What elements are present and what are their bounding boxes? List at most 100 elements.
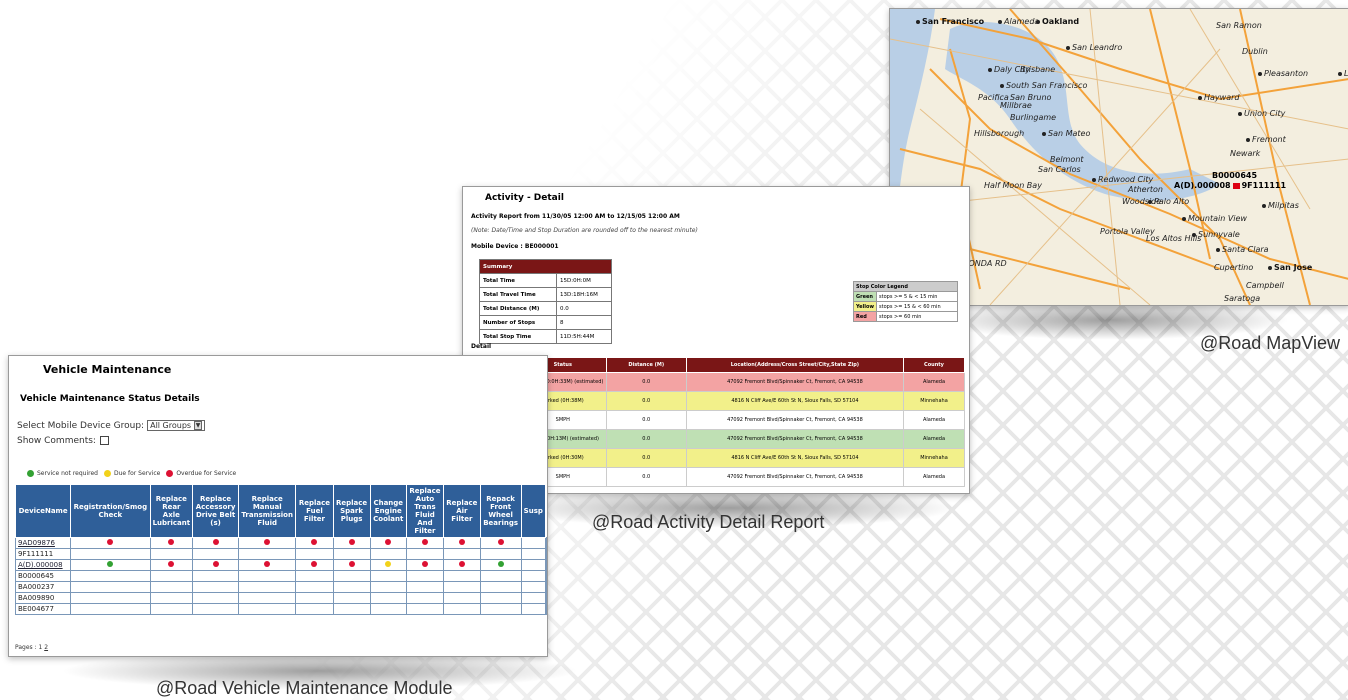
vehicle-flag-icon xyxy=(1232,182,1240,189)
marker-right-label[interactable]: 9F111111 xyxy=(1242,181,1286,190)
maint-col-header[interactable]: Replace Auto Trans Fluid And Filter xyxy=(405,484,445,538)
status-cell xyxy=(237,603,297,615)
show-comments-checkbox[interactable] xyxy=(99,436,109,445)
maint-col-header[interactable]: Susp xyxy=(520,484,547,538)
map-place-label[interactable]: Mountain View xyxy=(1182,214,1247,223)
map-place-label[interactable]: San Francisco xyxy=(916,17,984,26)
device-name[interactable]: 9AD09876 xyxy=(14,537,72,549)
marker-left-label[interactable]: A(D).000008 xyxy=(1174,181,1231,190)
page-2-link[interactable]: 2 xyxy=(44,644,48,651)
place-name: Cupertino xyxy=(1214,263,1254,272)
maint-col-header[interactable]: Replace Air Filter xyxy=(443,484,481,538)
place-dot-icon xyxy=(1148,199,1152,204)
status-cell xyxy=(192,603,239,615)
map-place-label[interactable]: Belmont xyxy=(1050,155,1084,164)
maintenance-table: DeviceName Registration/Smog Check Replace… xyxy=(14,484,547,615)
place-dot-icon xyxy=(1066,45,1070,50)
marker-row[interactable]: A(D).000008 9F111111 xyxy=(1174,181,1286,190)
legend-title-row: Stop Color Legend xyxy=(852,281,959,292)
legend-dot-icon xyxy=(27,470,34,477)
group-select-value: All Groups xyxy=(150,421,192,430)
vehicle-maintenance-screenshot[interactable]: Vehicle Maintenance Vehicle Maintenance … xyxy=(8,355,548,657)
map-place-label[interactable]: Fremont xyxy=(1246,135,1286,144)
detail-col-header: County xyxy=(902,357,966,373)
detail-cell: 0.0 xyxy=(605,391,687,411)
place-name: Dublin xyxy=(1242,47,1268,56)
legend-row: Yellow stops >= 15 & < 60 min xyxy=(852,301,959,312)
comments-label: Show Comments: xyxy=(17,436,96,446)
place-name: Hillsborough xyxy=(974,129,1025,138)
map-place-label[interactable]: Saratoga xyxy=(1224,294,1260,303)
service-legend: Service not required Due for Service Overd… xyxy=(21,470,236,477)
legend-color: Yellow xyxy=(852,301,878,312)
status-cell xyxy=(369,570,407,582)
maint-col-header[interactable]: Replace Manual Transmission Fluid xyxy=(237,484,297,538)
place-dot-icon xyxy=(1092,177,1096,182)
map-place-label[interactable]: Sunnyvale xyxy=(1192,230,1240,239)
maint-col-header[interactable]: Registration/Smog Check xyxy=(70,484,151,538)
marker-top[interactable]: B0000645 xyxy=(1212,171,1257,180)
status-cell xyxy=(405,537,445,549)
comments-row: Show Comments: xyxy=(17,436,109,446)
map-place-label[interactable]: Hayward xyxy=(1198,93,1239,102)
maint-col-header[interactable]: Replace Spark Plugs xyxy=(332,484,371,538)
group-select-row: Select Mobile Device Group: All Groups ▼ xyxy=(17,420,206,431)
summary-row: Total Travel Time 13D:18H:16M xyxy=(479,287,612,302)
status-cell xyxy=(332,548,371,560)
map-place-label[interactable]: San Ramon xyxy=(1216,21,1262,30)
summary-header-row: Summary xyxy=(479,259,612,274)
map-place-label[interactable]: Newark xyxy=(1230,149,1260,158)
map-place-label[interactable]: Union City xyxy=(1238,109,1285,118)
place-name: Santa Clara xyxy=(1222,245,1269,254)
map-place-label[interactable]: San Carlos xyxy=(1038,165,1081,174)
maint-col-header[interactable]: Replace Accessory Drive Belt (s) xyxy=(192,484,239,538)
maint-col-header[interactable]: Replace Fuel Filter xyxy=(295,484,334,538)
map-place-label[interactable]: Campbell xyxy=(1246,281,1284,290)
detail-cell: 47092 Fremont Blvd/Spinnaker Ct, Fremont… xyxy=(685,410,904,430)
map-place-label[interactable]: Redwood City xyxy=(1092,175,1153,184)
pages-label: Pages : 1 xyxy=(15,644,43,651)
map-place-label[interactable]: Cupertino xyxy=(1214,263,1253,272)
map-place-label[interactable]: San Leandro xyxy=(1066,43,1122,52)
map-place-label[interactable]: Santa Clara xyxy=(1216,245,1269,254)
status-cell xyxy=(405,581,445,593)
detail-cell: Alameda xyxy=(902,410,966,430)
maint-col-header[interactable]: Change Engine Coolant xyxy=(369,484,407,538)
activity-device: Mobile Device : BE000001 xyxy=(471,243,559,250)
activity-range: Activity Report from 11/30/05 12:00 AM t… xyxy=(471,213,680,220)
maint-row: A(D).000008 xyxy=(14,559,547,571)
maint-col-header[interactable]: Repack Front Wheel Bearings xyxy=(479,484,522,538)
map-place-label[interactable]: South San Francisco xyxy=(1000,81,1087,90)
place-name: Union City xyxy=(1244,109,1286,118)
status-cell xyxy=(192,548,239,560)
legend-color: Red xyxy=(852,311,878,322)
place-name: San Leandro xyxy=(1072,43,1123,52)
map-place-label[interactable]: San Mateo xyxy=(1042,129,1090,138)
detail-cell: 0.0 xyxy=(605,467,687,487)
group-select[interactable]: All Groups ▼ xyxy=(147,420,206,431)
map-place-label[interactable]: Milpitas xyxy=(1262,201,1299,210)
stop-color-legend: Stop Color Legend Green stops >= 5 & < 15 … xyxy=(852,281,959,322)
detail-cell: 47092 Fremont Blvd/Spinnaker Ct, Fremont… xyxy=(685,372,904,392)
place-name: Campbell xyxy=(1246,281,1284,290)
map-place-label[interactable]: Millbrae xyxy=(1000,101,1032,110)
legend-text: Due for Service xyxy=(113,470,161,477)
device-name[interactable]: A(D).000008 xyxy=(14,559,72,571)
map-place-label[interactable]: Half Moon Bay xyxy=(984,181,1042,190)
map-place-label[interactable]: Live xyxy=(1338,69,1348,78)
status-dot-icon xyxy=(458,539,465,545)
map-place-label[interactable]: Brisbane xyxy=(1020,65,1055,74)
maint-col-header[interactable]: DeviceName xyxy=(14,484,72,538)
map-place-label[interactable]: Pleasanton xyxy=(1258,69,1308,78)
map-place-label[interactable]: Dublin xyxy=(1242,47,1268,56)
maint-col-header[interactable]: Replace Rear Axle Lubricant xyxy=(149,484,194,538)
map-place-label[interactable]: Hillsborough xyxy=(974,129,1024,138)
map-place-label[interactable]: Palo Alto xyxy=(1148,197,1189,206)
status-cell xyxy=(443,592,481,604)
map-place-label[interactable]: Burlingame xyxy=(1010,113,1056,122)
map-place-label[interactable]: San Jose xyxy=(1268,263,1312,272)
dropdown-arrow-icon[interactable]: ▼ xyxy=(194,421,203,430)
map-place-label[interactable]: Alameda xyxy=(998,17,1039,26)
map-place-label[interactable]: Oakland xyxy=(1036,17,1079,26)
map-place-label[interactable]: Atherton xyxy=(1128,185,1163,194)
